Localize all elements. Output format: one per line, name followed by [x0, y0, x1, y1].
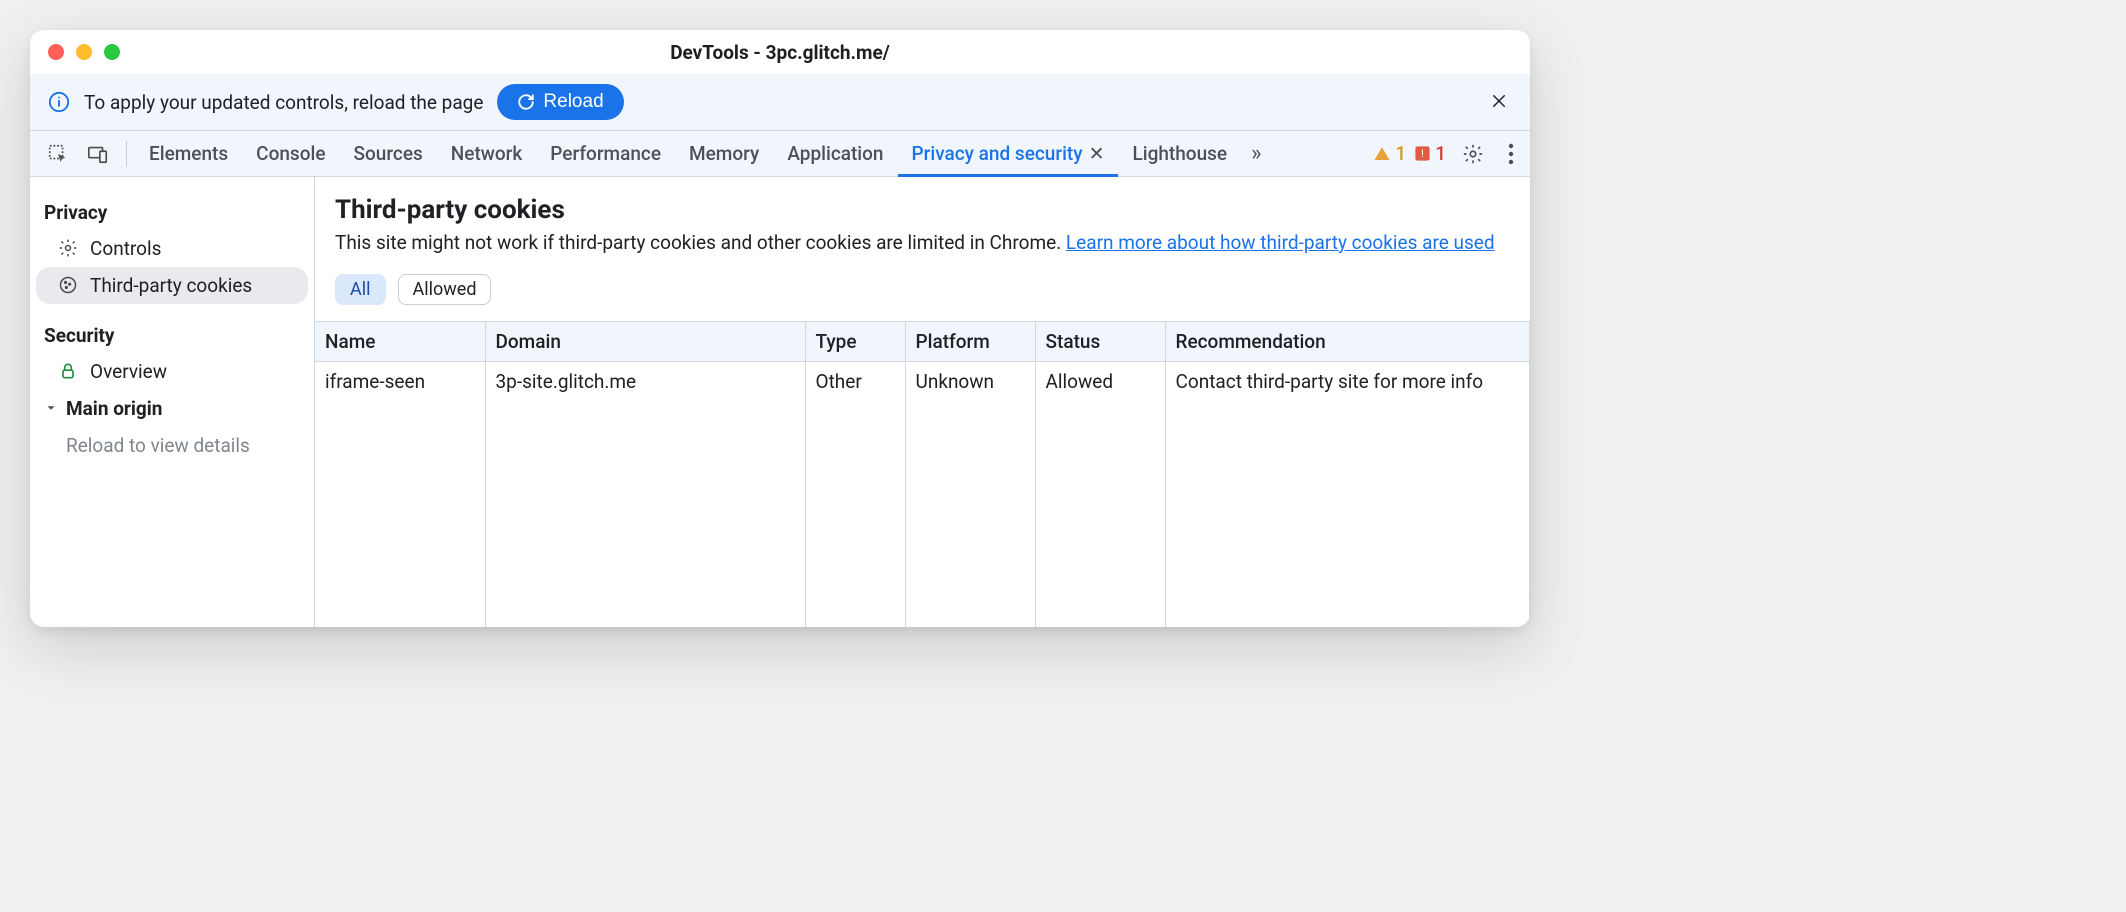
tab-console[interactable]: Console: [242, 131, 339, 177]
table-row[interactable]: iframe-seen 3p-site.glitch.me Other Unkn…: [315, 362, 1530, 402]
chevron-down-icon: [44, 397, 58, 420]
sidebar: Privacy Controls Third-party cookies Sec…: [30, 177, 315, 627]
cookies-table: Name Domain Type Platform Status Recomme…: [315, 321, 1530, 627]
col-header-recommendation[interactable]: Recommendation: [1165, 322, 1530, 362]
tabstrip: Elements Console Sources Network Perform…: [30, 131, 1530, 177]
error-count[interactable]: ! 1: [1414, 142, 1446, 165]
window-close-button[interactable]: [48, 44, 64, 60]
window-zoom-button[interactable]: [104, 44, 120, 60]
col-header-name[interactable]: Name: [315, 322, 485, 362]
error-square-icon: !: [1414, 145, 1431, 162]
learn-more-link[interactable]: Learn more about how third-party cookies…: [1066, 231, 1495, 254]
window-title: DevTools - 3pc.glitch.me/: [670, 41, 890, 64]
infobar-message: To apply your updated controls, reload t…: [84, 91, 483, 114]
body-split: Privacy Controls Third-party cookies Sec…: [30, 177, 1530, 627]
col-header-status[interactable]: Status: [1035, 322, 1165, 362]
warning-count-value: 1: [1395, 142, 1406, 165]
sidebar-reload-detail: Reload to view details: [30, 427, 314, 464]
cell-domain: 3p-site.glitch.me: [485, 362, 805, 402]
window-minimize-button[interactable]: [76, 44, 92, 60]
warning-triangle-icon: [1373, 145, 1391, 163]
table-header-row: Name Domain Type Platform Status Recomme…: [315, 322, 1530, 362]
reload-button[interactable]: Reload: [497, 84, 623, 120]
sidebar-item-main-origin[interactable]: Main origin: [30, 390, 314, 427]
sidebar-group-privacy: Privacy: [30, 195, 314, 230]
warning-count[interactable]: 1: [1373, 142, 1406, 165]
gear-icon: [58, 238, 80, 260]
col-header-domain[interactable]: Domain: [485, 322, 805, 362]
info-icon: [48, 91, 70, 113]
sidebar-item-label: Third-party cookies: [90, 274, 252, 297]
filter-chips: All Allowed: [315, 260, 1530, 321]
cell-status: Allowed: [1035, 362, 1165, 402]
page-description: This site might not work if third-party …: [335, 231, 1510, 254]
col-header-type[interactable]: Type: [805, 322, 905, 362]
inspect-icon[interactable]: [44, 140, 72, 168]
cell-name: iframe-seen: [315, 362, 485, 402]
table-empty-space: [315, 401, 1530, 627]
cell-platform: Unknown: [905, 362, 1035, 402]
infobar-close-icon[interactable]: [1486, 84, 1512, 120]
devtools-window: DevTools - 3pc.glitch.me/ To apply your …: [30, 30, 1530, 627]
chip-all[interactable]: All: [335, 274, 386, 305]
sidebar-item-label: Controls: [90, 237, 161, 260]
tab-lighthouse[interactable]: Lighthouse: [1118, 131, 1241, 177]
kebab-menu-icon[interactable]: [1500, 143, 1522, 165]
cell-type: Other: [805, 362, 905, 402]
separator: [126, 141, 127, 167]
page-description-text: This site might not work if third-party …: [335, 231, 1066, 254]
col-header-platform[interactable]: Platform: [905, 322, 1035, 362]
lock-icon: [58, 361, 80, 383]
tab-sources[interactable]: Sources: [340, 131, 437, 177]
tabstrip-right: 1 ! 1: [1373, 142, 1522, 165]
reload-infobar: To apply your updated controls, reload t…: [30, 74, 1530, 131]
tab-application[interactable]: Application: [773, 131, 897, 177]
reload-button-label: Reload: [543, 91, 603, 113]
tab-privacy-and-security[interactable]: Privacy and security ✕: [898, 131, 1119, 177]
traffic-lights: [48, 44, 120, 60]
tab-performance[interactable]: Performance: [536, 131, 675, 177]
tab-elements[interactable]: Elements: [135, 131, 242, 177]
cookie-icon: [58, 275, 80, 297]
sidebar-item-label: Main origin: [66, 397, 162, 420]
page-title: Third-party cookies: [335, 195, 1510, 225]
sidebar-item-label: Overview: [90, 360, 167, 383]
sidebar-group-security: Security: [30, 318, 314, 353]
svg-text:!: !: [1421, 148, 1424, 160]
main-pane: Third-party cookies This site might not …: [315, 177, 1530, 627]
cell-recommendation: Contact third-party site for more info: [1165, 362, 1530, 402]
sidebar-item-third-party-cookies[interactable]: Third-party cookies: [36, 267, 308, 304]
tab-close-icon[interactable]: ✕: [1089, 142, 1105, 165]
sidebar-item-overview[interactable]: Overview: [30, 353, 314, 390]
titlebar: DevTools - 3pc.glitch.me/: [30, 30, 1530, 74]
error-count-value: 1: [1435, 142, 1446, 165]
device-toolbar-icon[interactable]: [84, 140, 112, 168]
tab-memory[interactable]: Memory: [675, 131, 773, 177]
chip-allowed[interactable]: Allowed: [398, 274, 492, 305]
tab-privacy-label: Privacy and security: [912, 142, 1083, 165]
sidebar-item-controls[interactable]: Controls: [30, 230, 314, 267]
tab-network[interactable]: Network: [437, 131, 537, 177]
more-tabs-icon[interactable]: »: [1241, 141, 1271, 166]
main-header: Third-party cookies This site might not …: [315, 177, 1530, 260]
settings-gear-icon[interactable]: [1454, 143, 1492, 165]
